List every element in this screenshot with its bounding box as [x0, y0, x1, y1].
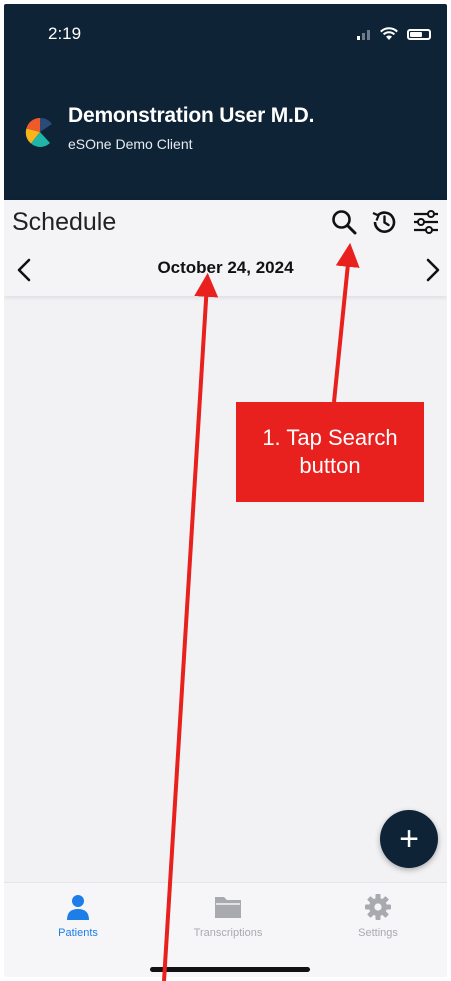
user-name: Demonstration User M.D. — [68, 104, 315, 127]
search-icon[interactable] — [330, 208, 358, 236]
tab-transcriptions[interactable]: Transcriptions — [168, 893, 288, 939]
add-button[interactable]: + — [380, 810, 438, 868]
wifi-icon — [380, 27, 398, 40]
tab-label: Patients — [58, 927, 98, 939]
tab-label: Transcriptions — [193, 927, 263, 939]
sliders-icon[interactable] — [412, 208, 440, 236]
status-time: 2:19 — [48, 24, 82, 43]
battery-icon — [407, 28, 431, 40]
tab-label: Settings — [358, 927, 398, 939]
plus-icon: + — [399, 820, 419, 858]
history-icon[interactable] — [370, 208, 398, 236]
screen-title: Schedule — [12, 208, 117, 236]
annotation-callout: 1. Tap Search button — [236, 402, 424, 502]
person-icon — [67, 895, 89, 920]
schedule-list — [4, 296, 447, 882]
home-indicator — [150, 967, 310, 972]
schedule-toolbar: Schedule October 24, 2024 — [4, 200, 447, 296]
client-name: eSOne Demo Client — [68, 136, 193, 152]
chevron-right-icon[interactable] — [423, 256, 443, 284]
tab-patients[interactable]: Patients — [18, 893, 138, 939]
tab-settings[interactable]: Settings — [318, 893, 438, 939]
app-logo — [25, 117, 52, 147]
gear-icon — [365, 894, 391, 920]
signal-icon — [357, 28, 371, 40]
app-header: 2:19 Demonstration User M.D. eSOne Demo … — [4, 4, 447, 200]
folder-icon — [215, 897, 241, 918]
status-icons — [357, 26, 431, 42]
bottom-nav: Patients Transcriptions Settings — [4, 882, 447, 977]
schedule-date[interactable]: October 24, 2024 — [4, 258, 447, 278]
